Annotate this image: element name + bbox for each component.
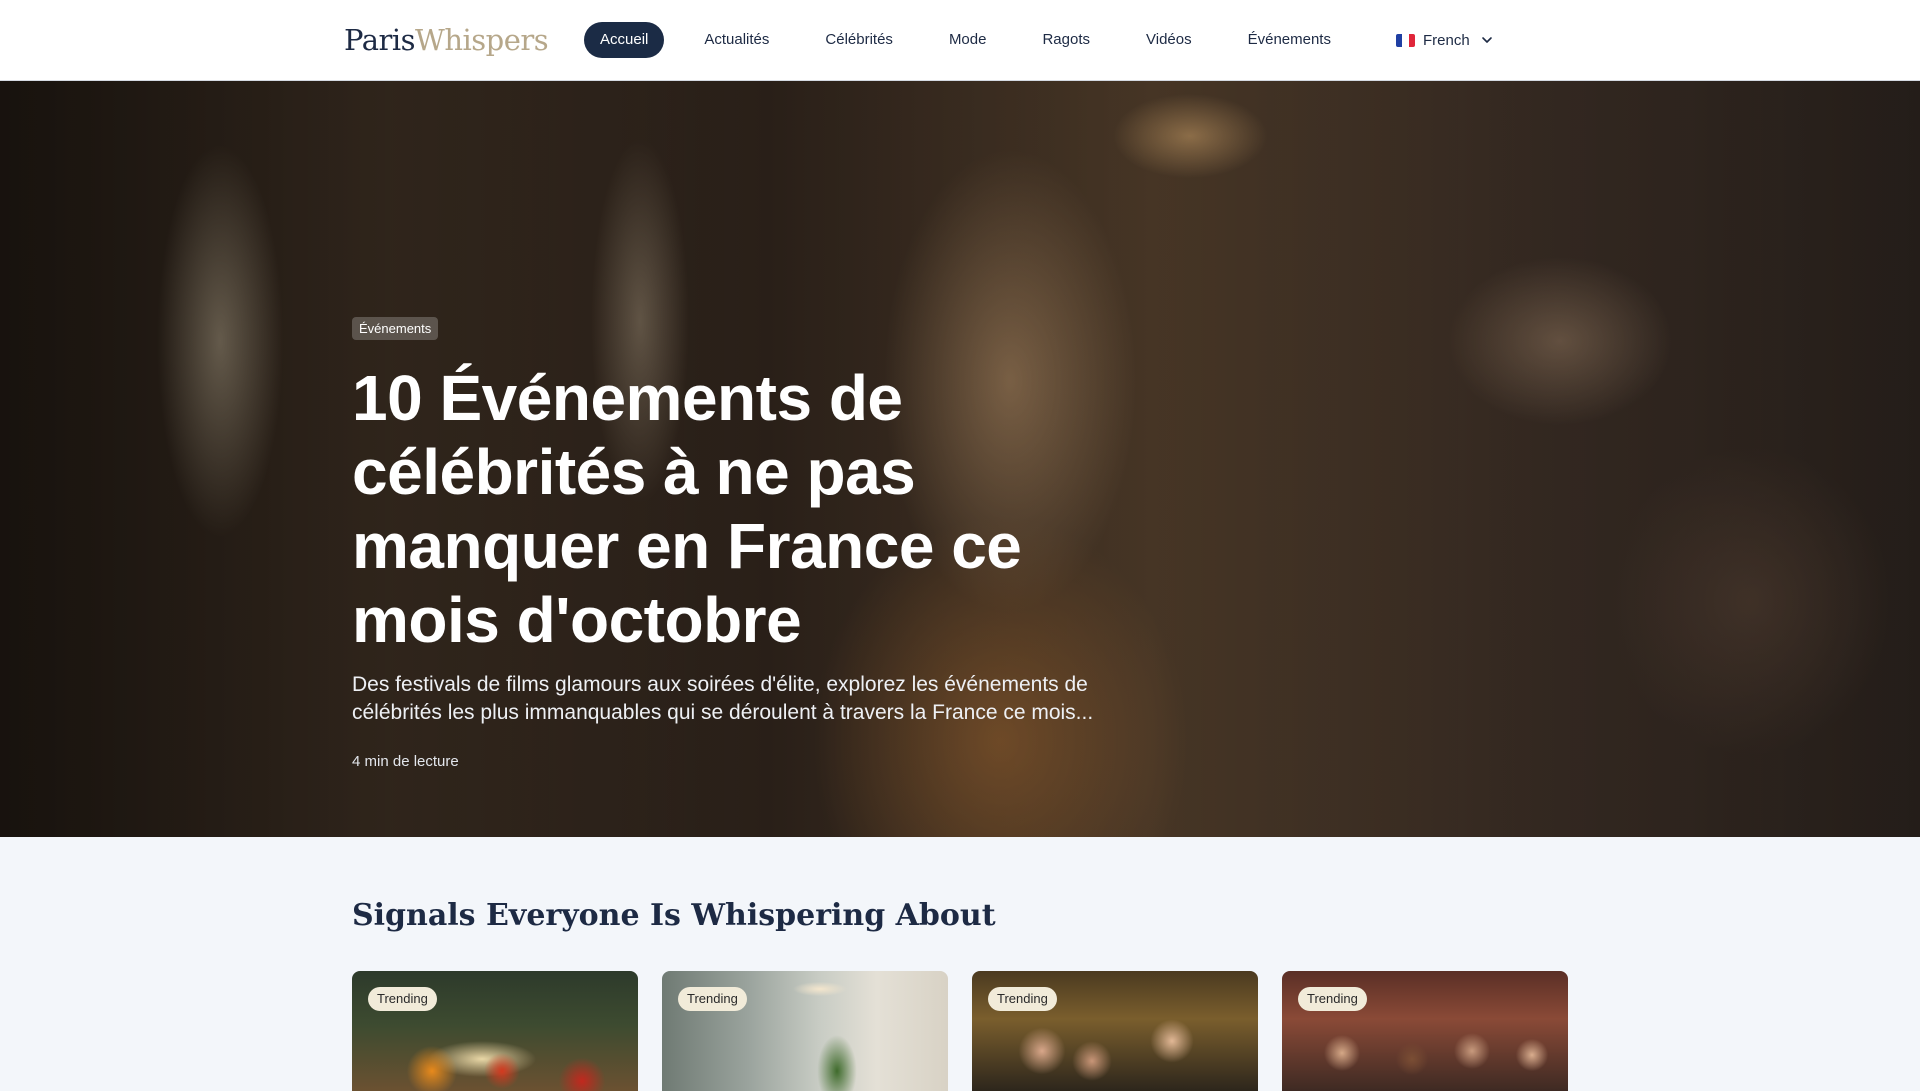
nav-item-videos[interactable]: Vidéos [1130,22,1208,58]
trending-badge: Trending [988,987,1057,1011]
hero-read-time: 4 min de lecture [352,753,459,770]
site-header: ParisWhispers Accueil Actualités Célébri… [0,0,1920,81]
main-nav: Accueil Actualités Célébrités Mode Ragot… [584,22,1371,58]
hero-featured-article[interactable]: Événements 10 Événements de célébrités à… [0,81,1920,837]
hero-description: Des festivals de films glamours aux soir… [352,673,1094,724]
hero-title[interactable]: 10 Événements de célébrités à ne pas man… [352,361,1152,657]
trending-card[interactable]: Trending [972,971,1258,1091]
trending-badge: Trending [368,987,437,1011]
chevron-down-icon [1481,37,1492,43]
trending-card[interactable]: Trending [662,971,948,1091]
trending-badge: Trending [678,987,747,1011]
logo-text-whispers: Whispers [415,23,549,57]
site-logo[interactable]: ParisWhispers [344,20,549,60]
nav-item-celebrites[interactable]: Célébrités [809,22,909,58]
nav-item-actualites[interactable]: Actualités [688,22,785,58]
logo-text-paris: Paris [344,23,416,57]
trending-card[interactable]: Trending [352,971,638,1091]
hero-category-tag[interactable]: Événements [352,317,439,340]
language-label: French [1423,31,1470,49]
nav-item-accueil[interactable]: Accueil [584,22,665,58]
language-selector[interactable]: French [1396,22,1494,58]
france-flag-icon [1396,33,1415,47]
trending-badge: Trending [1298,987,1367,1011]
trending-card[interactable]: Trending [1282,971,1568,1091]
nav-item-evenements[interactable]: Événements [1232,22,1347,58]
nav-item-ragots[interactable]: Ragots [1026,22,1106,58]
nav-item-mode[interactable]: Mode [933,22,1003,58]
trending-section-title: Signals Everyone Is Whispering About [352,898,996,933]
